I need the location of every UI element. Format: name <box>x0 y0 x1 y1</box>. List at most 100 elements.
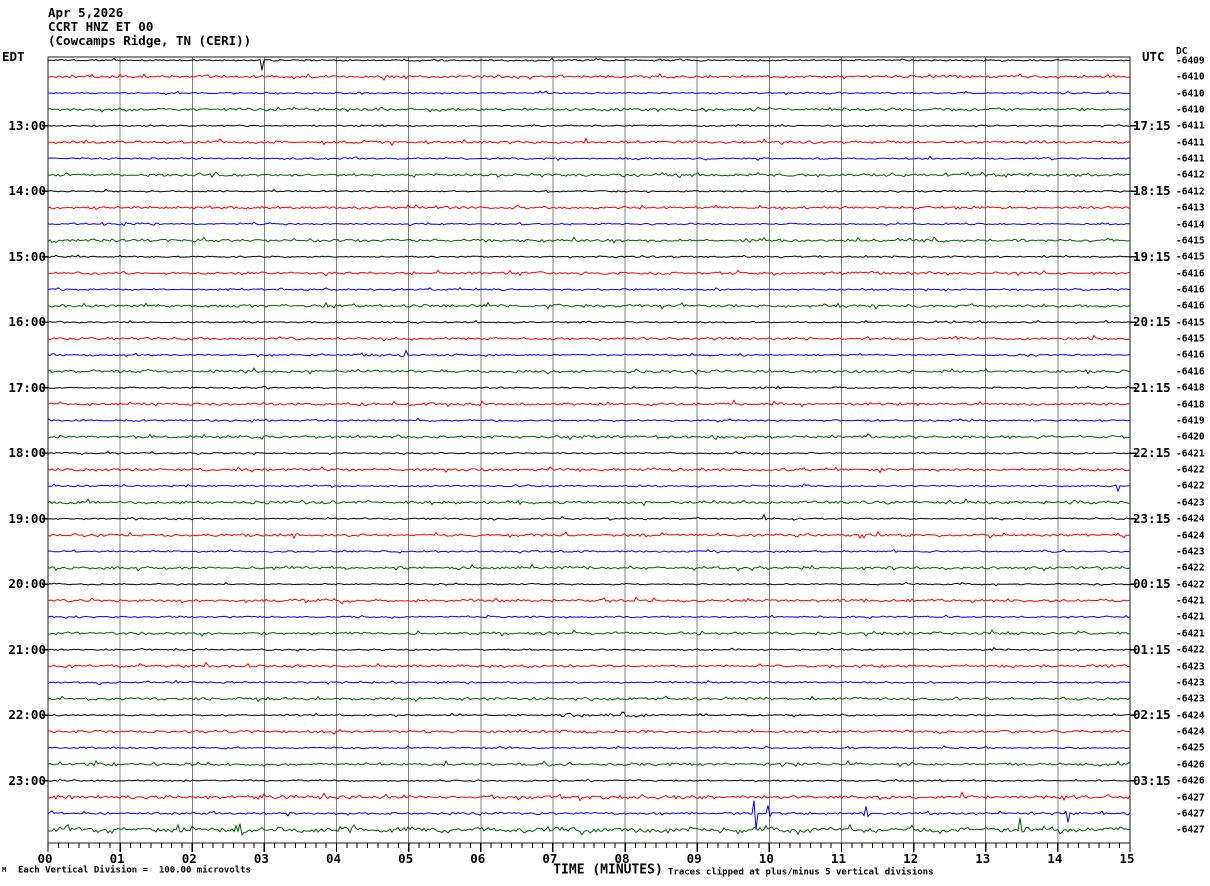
x-axis-tick-label: 14 <box>1047 850 1063 866</box>
seismic-trace-row <box>47 450 1130 456</box>
seismic-trace-row <box>47 679 1131 685</box>
utc-time-label: 18:15 <box>1133 183 1171 199</box>
dc-offset-value: -6414 <box>1176 218 1205 230</box>
dc-offset-value: -6412 <box>1176 186 1205 198</box>
seismic-trace-row <box>47 817 1131 836</box>
seismic-trace-row <box>47 466 1131 474</box>
footer-scale-note: Each Vertical Division = 100.00 microvol… <box>18 865 251 876</box>
dc-offset-value: -6413 <box>1176 202 1205 214</box>
dc-offset-value: -6421 <box>1176 628 1205 640</box>
seismic-trace-row <box>47 123 1130 128</box>
edt-time-label: 13:00 <box>8 117 46 133</box>
x-axis-tick-label: 01 <box>109 850 125 866</box>
seismic-trace-row <box>47 417 1131 424</box>
utc-time-label: 23:15 <box>1133 510 1171 526</box>
dc-offset-value: -6416 <box>1176 366 1205 378</box>
seismic-trace-row <box>47 646 1131 652</box>
dc-offset-value: -6424 <box>1176 513 1205 525</box>
edt-time-label: 22:00 <box>8 706 46 722</box>
edt-time-label: 17:00 <box>8 379 46 395</box>
seismic-trace-row <box>47 171 1131 179</box>
x-axis-title: TIME (MINUTES) <box>553 862 663 878</box>
seismic-trace-row <box>47 106 1131 113</box>
dc-offset-value: -6411 <box>1176 153 1205 165</box>
seismic-trace-row <box>47 759 1131 768</box>
seismic-trace-row <box>47 728 1131 735</box>
dc-offset-value: -6421 <box>1176 447 1205 459</box>
dc-offset-value: -6423 <box>1176 546 1205 558</box>
x-axis-tick-label: 00 <box>37 850 53 866</box>
seismic-trace-row <box>47 269 1131 277</box>
seismic-trace-row <box>47 629 1131 638</box>
x-axis-tick-label: 15 <box>1119 850 1135 866</box>
x-axis-tick-label: 12 <box>903 850 919 866</box>
utc-time-label: 22:15 <box>1133 444 1171 460</box>
utc-time-label: 00:15 <box>1133 575 1171 591</box>
seismic-trace-row <box>47 778 1131 783</box>
dc-offset-value: -6424 <box>1176 709 1205 721</box>
x-axis-tick-label: 04 <box>326 850 342 866</box>
x-axis-tick-label: 02 <box>181 850 197 866</box>
seismic-trace-row <box>47 498 1131 507</box>
dc-offset-value: -6411 <box>1176 120 1205 132</box>
seismic-trace-row <box>47 137 1131 147</box>
dc-offset-value: -6421 <box>1176 611 1205 623</box>
utc-time-label: 01:15 <box>1133 641 1171 657</box>
x-axis-tick-label: 10 <box>758 850 774 866</box>
seismic-trace-row <box>47 596 1131 605</box>
seismic-trace-row <box>48 483 1131 493</box>
dc-offset-value: -6418 <box>1176 382 1205 394</box>
seismic-trace-row <box>47 399 1131 408</box>
dc-offset-value: -6410 <box>1176 71 1205 83</box>
seismic-trace-row <box>47 695 1131 703</box>
dc-offset-value: -6422 <box>1176 464 1205 476</box>
utc-time-label: 19:15 <box>1133 248 1171 264</box>
dc-offset-value: -6427 <box>1176 824 1205 836</box>
dc-offset-value: -6415 <box>1176 235 1205 247</box>
seismic-trace-row <box>47 513 1131 521</box>
dc-offset-value: -6427 <box>1176 808 1205 820</box>
edt-time-label: 23:00 <box>8 772 46 788</box>
dc-offset-value: -6416 <box>1176 349 1205 361</box>
dc-offset-value: -6419 <box>1176 415 1205 427</box>
utc-time-label: 20:15 <box>1133 314 1171 329</box>
edt-time-label: 21:00 <box>8 641 46 657</box>
dc-offset-value: -6416 <box>1176 300 1205 312</box>
dc-offset-value: -6421 <box>1176 595 1205 607</box>
edt-time-label: 15:00 <box>8 248 46 264</box>
dc-offset-value: -6410 <box>1176 104 1205 116</box>
dc-offset-value: -6422 <box>1176 578 1205 590</box>
dc-offset-value: -6427 <box>1176 791 1205 803</box>
seismic-trace-row <box>47 90 1131 96</box>
footer-margin-glyph: M <box>2 866 7 874</box>
seismic-trace-row <box>47 385 1131 390</box>
edt-time-label: 19:00 <box>8 510 46 526</box>
seismic-trace-row <box>48 254 1131 259</box>
edt-time-label: 20:00 <box>8 575 46 591</box>
seismic-trace-row <box>47 301 1131 310</box>
seismogram-plot <box>42 56 1136 852</box>
dc-offset-value: -6423 <box>1176 677 1205 689</box>
dc-offset-value: -6423 <box>1176 693 1205 705</box>
dc-offset-value: -6420 <box>1176 431 1205 443</box>
x-axis-tick-label: 13 <box>975 850 991 866</box>
edt-time-label: 18:00 <box>8 444 46 460</box>
footer-clip-note: Traces clipped at plus/minus 5 vertical … <box>668 867 934 878</box>
seismic-trace-row <box>47 661 1131 669</box>
dc-offset-value: -6415 <box>1176 317 1205 328</box>
dc-offset-value: -6423 <box>1176 497 1205 509</box>
dc-offset-value: -6411 <box>1176 136 1205 148</box>
dc-offset-value: -6415 <box>1176 251 1205 263</box>
seismic-trace-row <box>47 745 1131 750</box>
seismic-trace-row <box>47 563 1131 572</box>
seismic-trace-row <box>47 549 1131 554</box>
x-axis-tick-label: 03 <box>253 850 269 866</box>
seismic-trace-row <box>47 800 1131 830</box>
dc-offset-value: -6410 <box>1176 87 1205 99</box>
seismic-trace-row <box>47 221 1130 227</box>
x-axis-tick-label: 05 <box>398 850 414 866</box>
seismic-trace-row <box>47 319 1131 325</box>
x-axis-tick-label: 06 <box>470 850 486 866</box>
seismic-trace-row <box>47 367 1131 375</box>
seismic-trace-row <box>47 73 1131 81</box>
